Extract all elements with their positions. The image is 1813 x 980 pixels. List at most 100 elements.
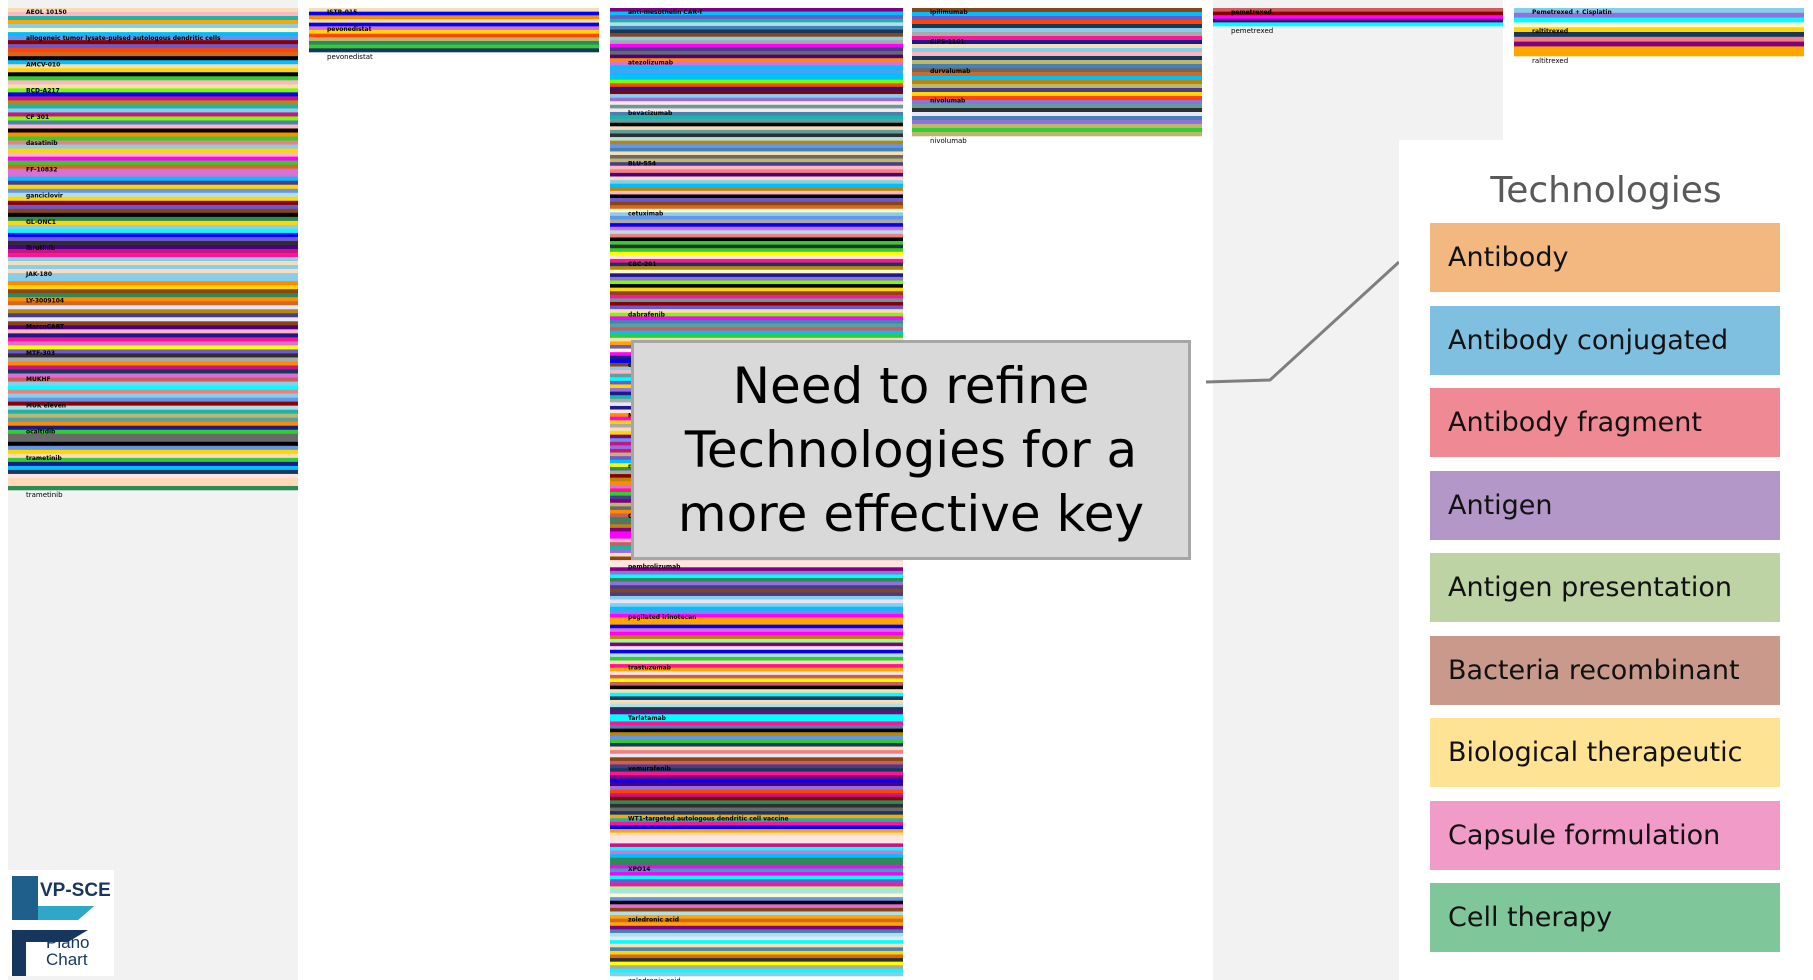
legend-entry: Antigen <box>1430 470 1780 540</box>
piano-stripe <box>8 76 298 81</box>
stripe-label: Pemetrexed + Cisplatin <box>1532 9 1612 16</box>
piano-stripe <box>610 244 903 249</box>
piano-stripe <box>610 936 903 941</box>
piano-stripe <box>8 48 298 53</box>
piano-stripe <box>912 92 1202 97</box>
piano-stripe <box>610 889 903 894</box>
piano-stripe <box>610 746 903 751</box>
piano-stripe <box>610 233 903 238</box>
stripe-label: dabrafenib <box>628 312 666 319</box>
piano-stripe <box>8 281 298 286</box>
piano-stripe <box>912 112 1202 117</box>
piano-stripe <box>8 208 298 214</box>
piano-stripe <box>610 775 903 780</box>
stripe-label: BCD-A217 <box>26 88 60 95</box>
piano-stripe <box>610 674 903 679</box>
piano-stripe <box>8 449 298 455</box>
stripe-label: cetuximab <box>628 211 664 218</box>
stripe-label: BLU-554 <box>628 160 656 167</box>
piano-stripe <box>610 101 903 106</box>
stripe-label: ganciclovir <box>26 193 63 200</box>
piano-stripe <box>610 854 903 858</box>
piano-stripe <box>610 832 903 837</box>
piano-stripe <box>610 699 903 704</box>
stripe-label: ipilimumab <box>930 9 968 16</box>
piano-stripe <box>610 205 903 210</box>
piano-stripe <box>8 289 298 294</box>
piano-stripe <box>610 624 903 629</box>
piano-stripe <box>610 122 903 127</box>
piano-stripe <box>610 334 903 339</box>
piano-stripe <box>610 327 903 331</box>
piano-stripe <box>912 104 1202 109</box>
stripe-label: FF-10832 <box>26 166 57 173</box>
piano-stripe <box>912 52 1202 57</box>
piano-stripe <box>610 825 903 830</box>
piano-stripe <box>610 940 903 945</box>
piano-stripe <box>8 337 298 342</box>
piano-stripe <box>610 97 903 102</box>
stripe-label: anti-mesothelin CAR-T <box>628 9 704 16</box>
piano-stripe <box>1514 46 1804 52</box>
piano-stripe <box>8 441 298 447</box>
logo-name: VP-SCE <box>40 880 111 901</box>
piano-stripe <box>610 230 903 235</box>
piano-stripe <box>8 128 298 133</box>
legend-entry: Antigen presentation <box>1430 553 1780 622</box>
piano-stripe <box>610 760 903 765</box>
stripe-label: dasatinib <box>26 140 58 147</box>
piano-stripe <box>610 728 903 733</box>
piano-stripe <box>8 132 298 137</box>
piano-stripe <box>912 80 1202 85</box>
piano-stripe <box>610 671 903 676</box>
piano-stripe <box>8 24 298 29</box>
piano-stripe <box>8 397 298 402</box>
piano-stripe <box>610 226 903 231</box>
stripe-label: pevonedistat <box>327 26 372 33</box>
piano-stripe <box>8 120 298 125</box>
piano-stripe <box>610 803 903 808</box>
piano-stripe <box>610 872 903 876</box>
piano-stripe <box>8 228 298 234</box>
piano-stripe <box>610 879 903 884</box>
piano-stripe <box>610 176 903 181</box>
legend-title: Technologies <box>1490 170 1722 211</box>
piano-stripe <box>1213 22 1503 27</box>
piano-stripe <box>610 750 903 755</box>
legend-entry: Biological therapeutic <box>1430 718 1780 787</box>
piano-stripe <box>8 481 298 487</box>
piano-stripe <box>610 578 903 582</box>
piano-stripe <box>610 72 903 77</box>
piano-stripe <box>8 204 298 210</box>
stripe-label: Tarlatamab <box>628 715 667 722</box>
piano-stripe <box>610 25 903 30</box>
piano-stripe <box>610 725 903 729</box>
column-last-label: trametinib <box>26 491 63 499</box>
piano-stripe <box>610 94 903 98</box>
piano-stripe <box>610 696 903 701</box>
stripe-label: CF 301 <box>26 114 49 121</box>
piano-stripe <box>610 599 903 604</box>
piano-stripe <box>8 148 298 153</box>
piano-stripe <box>8 369 298 374</box>
piano-stripe <box>8 461 298 467</box>
logo-subtitle-line1: Piano <box>46 933 90 952</box>
piano-stripe <box>610 685 903 690</box>
piano-stripe <box>610 76 903 81</box>
piano-stripe <box>610 54 903 59</box>
piano-stripe <box>912 116 1202 121</box>
piano-stripe <box>8 265 298 270</box>
stripe-label: trastuzumab <box>628 665 672 672</box>
piano-stripe <box>1514 36 1804 42</box>
piano-stripe <box>610 18 903 23</box>
legend-entry: Capsule formulation <box>1430 800 1780 870</box>
piano-stripe <box>8 28 298 33</box>
piano-stripe <box>610 319 903 324</box>
piano-stripe <box>610 187 903 192</box>
piano-stripe <box>8 232 298 238</box>
piano-stripe <box>610 183 903 188</box>
piano-stripe <box>912 88 1202 93</box>
stripe-label: MTF-303 <box>26 350 55 357</box>
piano-stripe <box>8 52 298 57</box>
piano-stripe <box>912 84 1202 89</box>
